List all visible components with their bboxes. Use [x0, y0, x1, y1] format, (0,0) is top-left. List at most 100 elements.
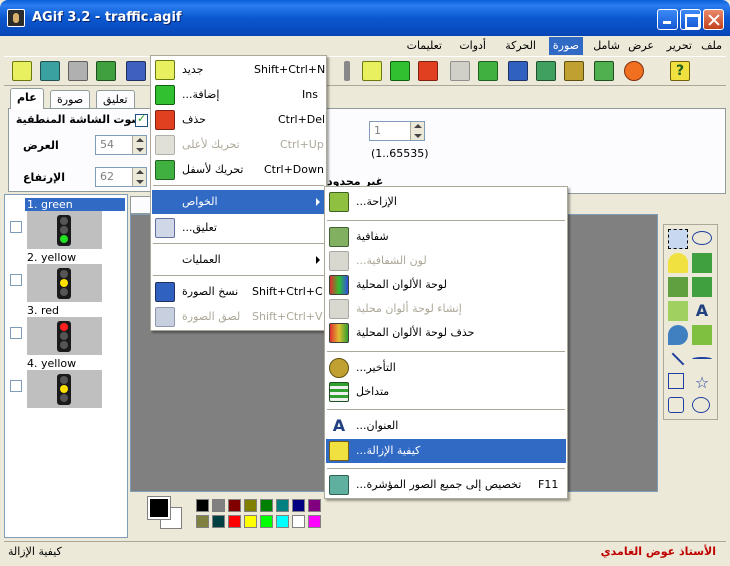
color-swatch[interactable]: [308, 499, 321, 512]
menu-item-new[interactable]: جديد Shift+Ctrl+N: [152, 58, 325, 82]
color-swatch[interactable]: [244, 499, 257, 512]
paste-icon[interactable]: [564, 61, 584, 81]
delete-frame-icon[interactable]: [418, 61, 438, 81]
height-spin-arrows[interactable]: [132, 168, 146, 186]
frame-list[interactable]: 1. green 2. yellow 3. red 4. yellow: [4, 194, 128, 538]
menu-item-delete[interactable]: حذف Ctrl+Del: [152, 108, 325, 132]
color-swatch[interactable]: [308, 515, 321, 528]
width-spin-arrows[interactable]: [132, 136, 146, 154]
help-icon[interactable]: ?: [670, 61, 690, 81]
menu-item-title[interactable]: A العنوان...: [326, 414, 566, 438]
loop-count-stepper[interactable]: 1: [369, 121, 425, 141]
current-colors[interactable]: [147, 496, 184, 529]
lasso-icon[interactable]: [692, 231, 712, 245]
color-swatch[interactable]: [260, 499, 273, 512]
line-icon[interactable]: [671, 352, 685, 366]
color-swatch[interactable]: [212, 515, 225, 528]
menu-item-interlaced[interactable]: متداخل: [326, 380, 566, 404]
color-picker-icon[interactable]: [668, 325, 688, 345]
tab-image[interactable]: صورة: [50, 90, 91, 108]
menu-edit[interactable]: تحرير: [663, 37, 696, 55]
menu-item-create-palette[interactable]: إنشاء لوحة ألوان محلية: [326, 297, 566, 321]
menu-image[interactable]: صورة: [548, 37, 583, 55]
new-file-icon[interactable]: [12, 61, 32, 81]
foreground-color[interactable]: [147, 496, 171, 520]
rounded-rect-icon[interactable]: [668, 397, 684, 413]
color-swatch[interactable]: [196, 515, 209, 528]
frame-checkbox[interactable]: [10, 380, 22, 392]
menu-item-move-up[interactable]: تحريك لأعلى Ctrl+Up: [152, 133, 325, 157]
menu-view[interactable]: عرض: [624, 37, 658, 55]
star-icon[interactable]: ☆: [692, 373, 712, 393]
export-icon[interactable]: [126, 61, 146, 81]
brush-icon[interactable]: [692, 277, 712, 297]
select-rect-icon[interactable]: [668, 229, 688, 249]
save-disabled-icon[interactable]: [68, 61, 88, 81]
menu-item-paste-image[interactable]: لصق الصورة Shift+Ctrl+V: [152, 305, 325, 329]
frame-item[interactable]: 3. red: [5, 303, 127, 356]
frame-checkbox[interactable]: [10, 221, 22, 233]
color-swatch[interactable]: [244, 515, 257, 528]
magic-wand-icon[interactable]: [668, 253, 688, 273]
color-swatch[interactable]: [228, 515, 241, 528]
menu-item-copy-image[interactable]: نسخ الصورة Shift+Ctrl+C: [152, 280, 325, 304]
menu-file[interactable]: ملف: [697, 37, 726, 55]
optimize-icon[interactable]: [594, 61, 614, 81]
add-frame-icon[interactable]: [390, 61, 410, 81]
menu-item-offset[interactable]: الإزاحة...: [326, 190, 566, 214]
move-up-icon[interactable]: [450, 61, 470, 81]
menu-item-assign-all[interactable]: تخصيص إلى جميع الصور المؤشرة... F11: [326, 473, 566, 497]
close-button[interactable]: [703, 9, 724, 30]
image-icon[interactable]: [508, 61, 528, 81]
menu-item-add[interactable]: إضافة... Ins: [152, 83, 325, 107]
menu-item-local-palette[interactable]: لوحة الألوان المحلية: [326, 273, 566, 297]
curve-icon[interactable]: [692, 357, 712, 361]
frame-item[interactable]: 1. green: [5, 197, 127, 250]
menu-tools[interactable]: أدوات: [455, 37, 490, 55]
frame-checkbox[interactable]: [10, 274, 22, 286]
color-swatch[interactable]: [260, 515, 273, 528]
menu-item-delay[interactable]: التأخير...: [326, 356, 566, 380]
open-file-icon[interactable]: [40, 61, 60, 81]
copy-icon[interactable]: [536, 61, 556, 81]
menu-global[interactable]: شامل: [589, 37, 624, 55]
width-stepper[interactable]: 54: [95, 135, 147, 155]
color-swatch[interactable]: [196, 499, 209, 512]
frame-checkbox[interactable]: [10, 327, 22, 339]
minimize-button[interactable]: [657, 9, 678, 30]
menu-item-disposal[interactable]: كيفية الإزالة...: [326, 439, 566, 463]
ellipse-icon[interactable]: [692, 397, 710, 413]
menu-item-properties[interactable]: الخواص: [152, 190, 325, 214]
height-stepper[interactable]: 62: [95, 167, 147, 187]
color-swatch[interactable]: [228, 499, 241, 512]
color-swatch[interactable]: [292, 499, 305, 512]
eraser-icon[interactable]: [692, 325, 712, 345]
menu-animation[interactable]: الحركة: [501, 37, 540, 55]
preview-icon[interactable]: [624, 61, 644, 81]
color-swatch[interactable]: [276, 499, 289, 512]
pencil-icon[interactable]: [668, 277, 688, 297]
maximize-button[interactable]: [680, 9, 701, 30]
menu-item-remove-palette[interactable]: حذف لوحة الألوان المحلية: [326, 321, 566, 345]
menu-item-move-down[interactable]: تحريك لأسفل Ctrl+Down: [152, 158, 325, 182]
fill-icon[interactable]: [692, 253, 712, 273]
spray-icon[interactable]: [668, 301, 688, 321]
logical-screen-checkbox[interactable]: [135, 112, 148, 127]
menu-item-comment[interactable]: تعليق...: [152, 216, 325, 240]
loop-spin-arrows[interactable]: [410, 122, 424, 140]
tab-general[interactable]: عام: [10, 88, 44, 109]
frame-item[interactable]: 2. yellow: [5, 250, 127, 303]
menu-item-transparent-color[interactable]: لون الشفافية...: [326, 249, 566, 273]
color-swatch[interactable]: [292, 515, 305, 528]
menu-item-operations[interactable]: العمليات: [152, 248, 325, 272]
new-frame-icon[interactable]: [362, 61, 382, 81]
menu-item-transparency[interactable]: شفافية: [326, 225, 566, 249]
color-swatch[interactable]: [212, 499, 225, 512]
menu-help[interactable]: تعليمات: [403, 37, 446, 55]
rectangle-icon[interactable]: [668, 373, 684, 389]
frame-item[interactable]: 4. yellow: [5, 356, 127, 409]
color-swatch[interactable]: [276, 515, 289, 528]
tab-comment[interactable]: تعليق: [96, 90, 135, 108]
save-icon[interactable]: [96, 61, 116, 81]
text-tool-icon[interactable]: A: [692, 301, 712, 321]
